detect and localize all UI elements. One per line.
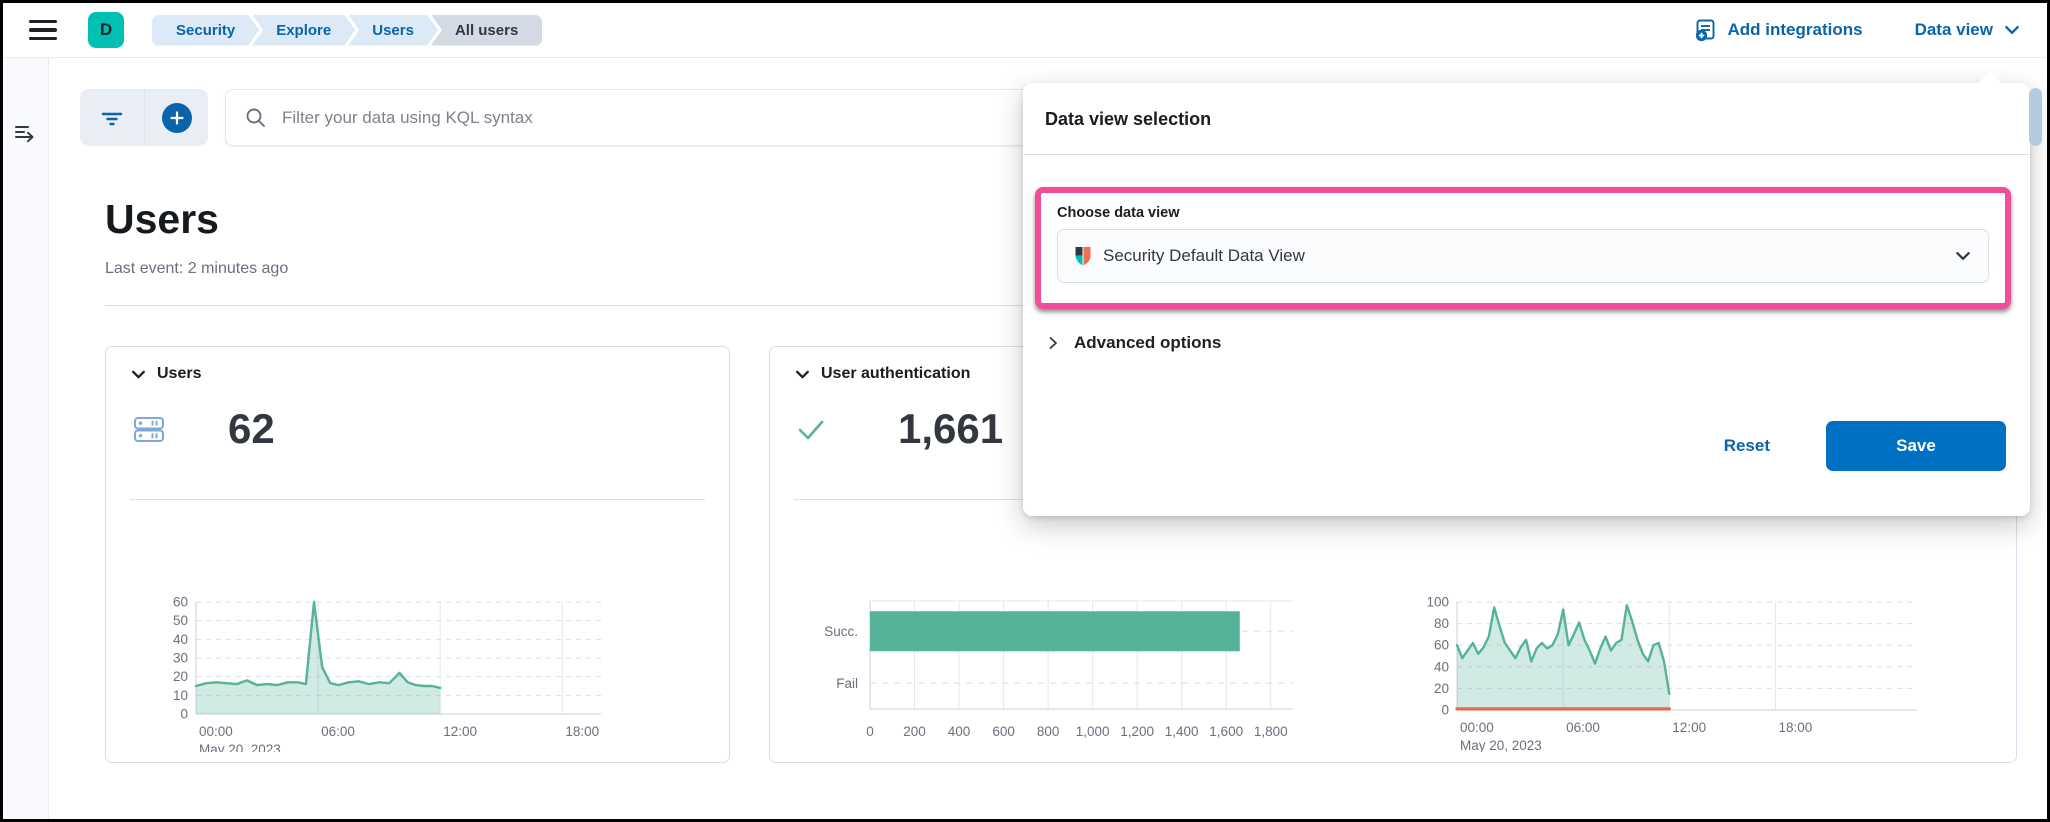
check-icon bbox=[794, 413, 828, 445]
security-shield-icon bbox=[1074, 246, 1092, 266]
svg-text:May 20, 2023: May 20, 2023 bbox=[199, 742, 281, 752]
data-view-menu-button[interactable]: Data view bbox=[1915, 20, 2021, 40]
svg-text:200: 200 bbox=[903, 724, 926, 739]
deployment-logo[interactable]: D bbox=[88, 12, 124, 48]
advanced-options-toggle[interactable]: Advanced options bbox=[1045, 333, 2030, 353]
svg-text:60: 60 bbox=[173, 596, 188, 610]
users-area-chart: 00:00 May 20, 2023 06:00 12:00 18:00 0 10 20 30 4… bbox=[144, 596, 705, 757]
reset-button[interactable]: Reset bbox=[1718, 435, 1776, 457]
auth-charts-row: 02004006008001,0001,2001,4001,6001,800Su… bbox=[794, 594, 1992, 757]
svg-text:1,600: 1,600 bbox=[1209, 724, 1243, 739]
filter-button-group bbox=[80, 89, 208, 146]
search-icon bbox=[244, 106, 268, 130]
users-count: 62 bbox=[228, 405, 275, 453]
svg-text:18:00: 18:00 bbox=[1778, 720, 1812, 735]
chevron-down-icon bbox=[794, 366, 811, 383]
users-card: Users 62 00:00 May 20, 2023 06:00 12:00 18:0… bbox=[105, 346, 730, 763]
chevron-down-icon bbox=[130, 366, 147, 383]
selected-data-view-label: Security Default Data View bbox=[1103, 246, 1305, 266]
svg-text:0: 0 bbox=[1441, 703, 1449, 718]
svg-text:May 20, 2023: May 20, 2023 bbox=[1460, 738, 1542, 752]
svg-text:20: 20 bbox=[173, 669, 188, 684]
svg-text:00:00: 00:00 bbox=[1460, 720, 1494, 735]
chevron-down-icon bbox=[1954, 247, 1972, 265]
auth-area-chart: 00:00 May 20, 2023 06:00 12:00 18:00 0 20 40 60 8… bbox=[1407, 594, 1967, 757]
hamburger-menu-icon[interactable] bbox=[29, 20, 57, 41]
add-filter-button[interactable] bbox=[144, 89, 208, 146]
auth-result-bar-chart: 0 200 400 600 800 1,000 1,200 1,400 1,600 1,800 Su… bbox=[790, 594, 1310, 757]
auth-success-count: 1,661 bbox=[898, 405, 1003, 453]
users-card-title: Users bbox=[157, 365, 201, 383]
svg-text:50: 50 bbox=[173, 613, 188, 628]
filter-options-button[interactable] bbox=[80, 89, 144, 146]
users-stat-row: 62 bbox=[130, 403, 705, 455]
choose-data-view-label: Choose data view bbox=[1057, 205, 1989, 221]
svg-text:0: 0 bbox=[866, 724, 874, 739]
filter-lines-icon bbox=[101, 109, 123, 127]
svg-text:1,800: 1,800 bbox=[1254, 724, 1288, 739]
card-divider bbox=[130, 499, 705, 500]
svg-text:80: 80 bbox=[1434, 616, 1449, 631]
chevron-right-icon bbox=[1045, 335, 1061, 351]
add-integrations-button[interactable]: Add integrations bbox=[1694, 18, 1863, 42]
add-integrations-icon bbox=[1694, 18, 1718, 42]
svg-text:Fail: Fail bbox=[836, 676, 858, 691]
breadcrumb-explore[interactable]: Explore bbox=[252, 15, 355, 46]
svg-text:400: 400 bbox=[948, 724, 971, 739]
svg-text:12:00: 12:00 bbox=[1672, 720, 1706, 735]
users-card-header[interactable]: Users bbox=[130, 365, 705, 383]
svg-text:800: 800 bbox=[1037, 724, 1060, 739]
svg-text:10: 10 bbox=[173, 688, 188, 703]
svg-text:20: 20 bbox=[1434, 681, 1449, 696]
svg-text:06:00: 06:00 bbox=[321, 724, 355, 739]
svg-text:0: 0 bbox=[180, 707, 188, 722]
expand-sidebar-icon[interactable] bbox=[13, 120, 39, 149]
breadcrumb-all-users: All users bbox=[431, 15, 542, 46]
app-window: D Security Explore Users All users Add i… bbox=[0, 0, 2050, 822]
header-actions: Add integrations Data view bbox=[1694, 18, 2022, 42]
svg-text:1,200: 1,200 bbox=[1120, 724, 1154, 739]
svg-text:30: 30 bbox=[173, 651, 188, 666]
svg-text:06:00: 06:00 bbox=[1566, 720, 1600, 735]
top-header: D Security Explore Users All users Add i… bbox=[3, 3, 2047, 58]
data-view-selection-popover: Data view selection Choose data view Sec… bbox=[1023, 83, 2030, 516]
storage-hosts-icon bbox=[130, 411, 168, 447]
svg-text:40: 40 bbox=[1434, 659, 1449, 674]
svg-text:12:00: 12:00 bbox=[443, 724, 477, 739]
breadcrumb-users[interactable]: Users bbox=[348, 15, 438, 46]
svg-text:100: 100 bbox=[1426, 595, 1449, 610]
save-button[interactable]: Save bbox=[1826, 421, 2006, 471]
svg-text:1,400: 1,400 bbox=[1165, 724, 1199, 739]
popover-actions: Reset Save bbox=[1718, 421, 2006, 471]
chevron-down-icon bbox=[2003, 21, 2021, 39]
svg-text:1,000: 1,000 bbox=[1076, 724, 1110, 739]
svg-text:60: 60 bbox=[1434, 638, 1449, 653]
popover-divider bbox=[1023, 154, 2030, 155]
auth-card-title: User authentication bbox=[821, 365, 970, 383]
svg-text:600: 600 bbox=[992, 724, 1015, 739]
vertical-scrollbar-thumb[interactable] bbox=[2029, 88, 2042, 146]
svg-text:40: 40 bbox=[173, 632, 188, 647]
collapsed-sidebar bbox=[3, 58, 49, 819]
plus-circle-icon bbox=[162, 103, 192, 133]
svg-text:Succ.: Succ. bbox=[824, 624, 858, 639]
data-view-select[interactable]: Security Default Data View bbox=[1057, 229, 1989, 283]
breadcrumb: Security Explore Users All users bbox=[152, 15, 542, 46]
svg-text:18:00: 18:00 bbox=[565, 724, 599, 739]
popover-title: Data view selection bbox=[1023, 83, 2030, 130]
breadcrumb-security[interactable]: Security bbox=[152, 15, 259, 46]
annotation-highlight-box: Choose data view Security Default Data V… bbox=[1035, 187, 2011, 309]
svg-text:00:00: 00:00 bbox=[199, 724, 233, 739]
